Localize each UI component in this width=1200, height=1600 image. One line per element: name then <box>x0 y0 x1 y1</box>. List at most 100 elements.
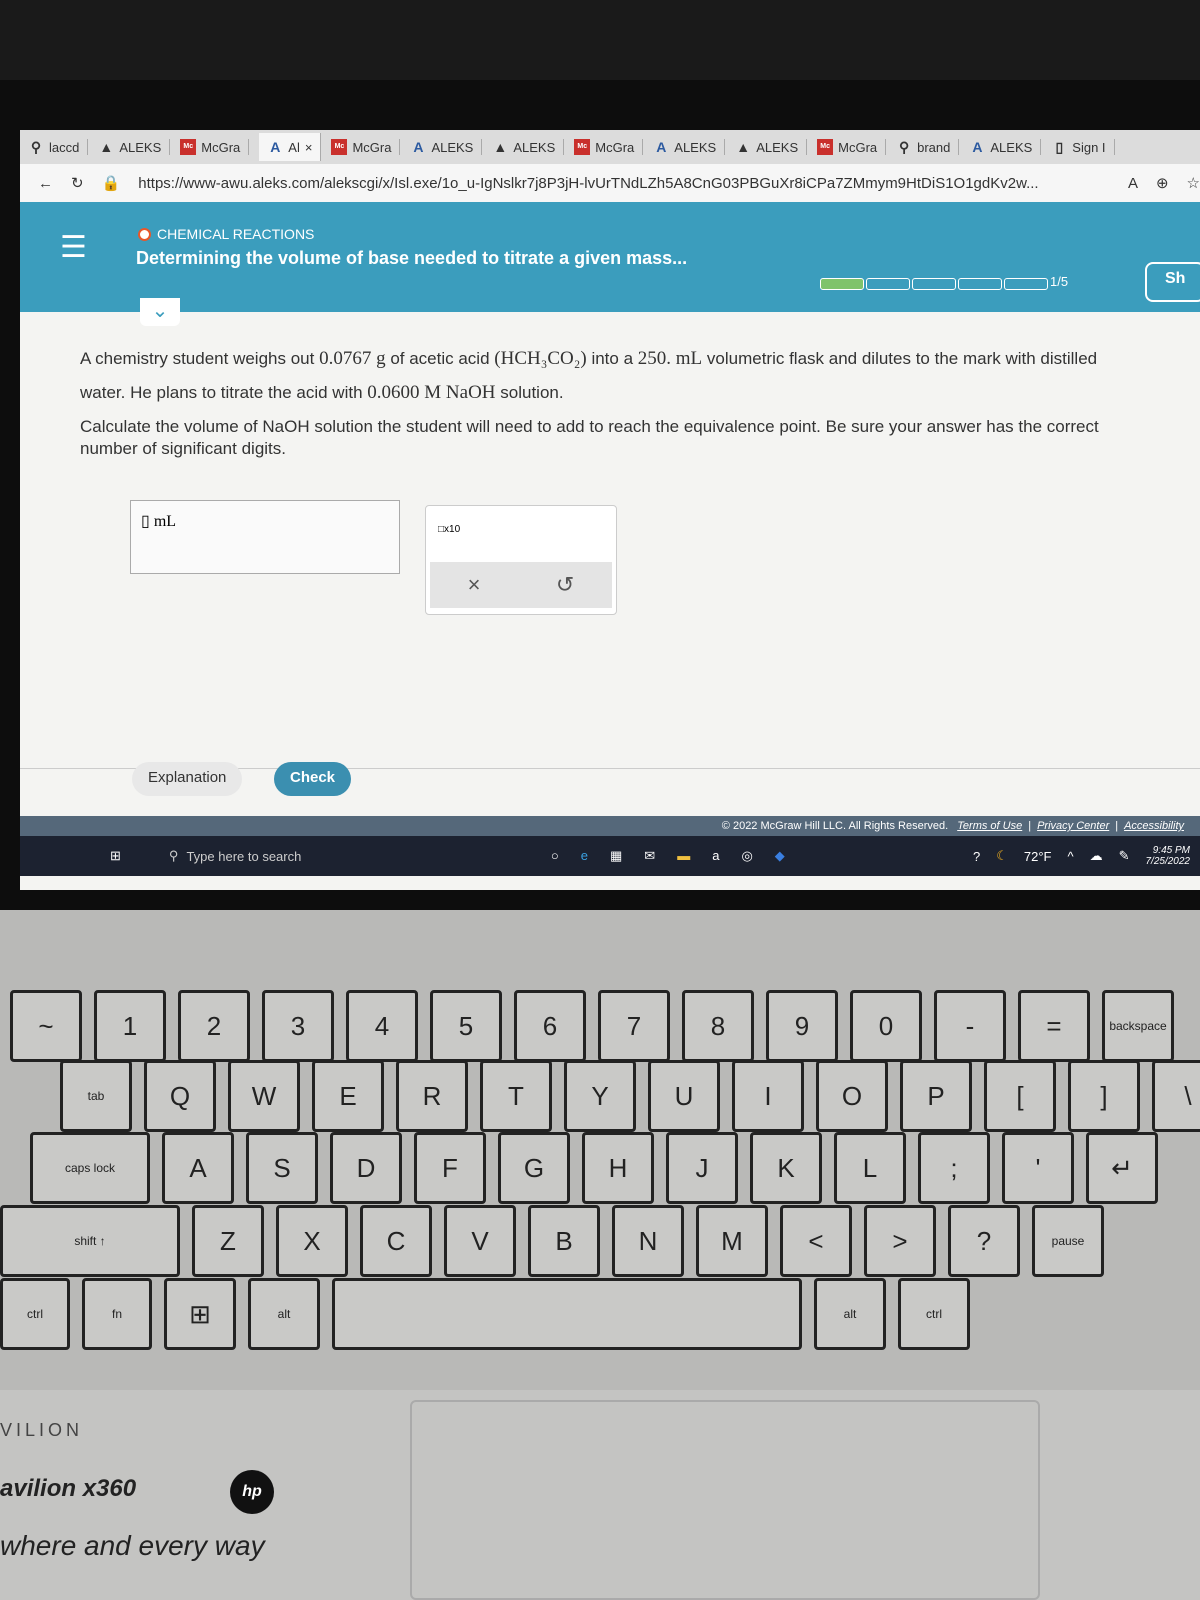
key[interactable]: R <box>396 1060 468 1132</box>
clock[interactable]: 9:45 PM 7/25/2022 <box>1146 845 1191 867</box>
key[interactable]: 9 <box>766 990 838 1062</box>
key[interactable]: A <box>162 1132 234 1204</box>
key[interactable]: 7 <box>598 990 670 1062</box>
key[interactable]: ↵ <box>1086 1132 1158 1204</box>
key[interactable]: 6 <box>514 990 586 1062</box>
key[interactable]: D <box>330 1132 402 1204</box>
key[interactable]: 3 <box>262 990 334 1062</box>
tray-chevron-icon[interactable]: ^ <box>1067 849 1073 864</box>
dropbox-icon[interactable]: ◆ <box>775 848 785 864</box>
back-icon[interactable]: ← <box>38 175 53 192</box>
scientific-notation-button[interactable]: □x10 <box>438 524 460 535</box>
key[interactable]: caps lock <box>30 1132 150 1204</box>
key[interactable]: 1 <box>94 990 166 1062</box>
browser-tab[interactable]: A ALEKS <box>410 139 483 155</box>
key[interactable]: \ <box>1152 1060 1200 1132</box>
close-tab-icon[interactable]: × <box>305 140 313 155</box>
key[interactable]: - <box>934 990 1006 1062</box>
key[interactable]: J <box>666 1132 738 1204</box>
key[interactable]: T <box>480 1060 552 1132</box>
edge-icon[interactable]: e <box>581 848 588 864</box>
key[interactable]: Q <box>144 1060 216 1132</box>
browser-tab[interactable]: A ALEKS <box>653 139 726 155</box>
browser-tab[interactable]: Mc McGra <box>180 139 250 155</box>
pen-icon[interactable]: ✎ <box>1119 848 1130 864</box>
key[interactable]: backspace <box>1102 990 1174 1062</box>
key[interactable]: M <box>696 1205 768 1277</box>
answer-input[interactable]: ▯ mL <box>130 500 400 574</box>
favorite-icon[interactable]: ☆ <box>1187 174 1200 192</box>
key[interactable]: > <box>864 1205 936 1277</box>
key[interactable]: 5 <box>430 990 502 1062</box>
file-explorer-icon[interactable]: ▬ <box>677 848 690 864</box>
browser-tab[interactable]: ▲ ALEKS <box>98 139 171 155</box>
key[interactable]: tab <box>60 1060 132 1132</box>
key[interactable]: < <box>780 1205 852 1277</box>
key[interactable]: O <box>816 1060 888 1132</box>
key[interactable]: X <box>276 1205 348 1277</box>
share-button[interactable]: Sh <box>1145 262 1200 302</box>
zoom-icon[interactable]: ⊕ <box>1156 174 1169 192</box>
onedrive-icon[interactable]: ☁ <box>1090 848 1103 864</box>
browser-tab[interactable]: ⚲ brand <box>896 139 960 155</box>
touchpad[interactable] <box>410 1400 1040 1600</box>
key[interactable]: = <box>1018 990 1090 1062</box>
windows-start-icon[interactable]: ⊞ <box>110 848 121 864</box>
terms-link[interactable]: Terms of Use <box>957 820 1022 832</box>
browser-tab[interactable]: A ALEKS <box>969 139 1042 155</box>
accessibility-link[interactable]: Accessibility <box>1124 820 1184 832</box>
browser-tab[interactable]: ▲ ALEKS <box>492 139 565 155</box>
key[interactable]: Z <box>192 1205 264 1277</box>
browser-tab[interactable]: A Al × <box>259 133 322 161</box>
key[interactable]: ; <box>918 1132 990 1204</box>
key[interactable]: alt <box>814 1278 886 1350</box>
key[interactable]: P <box>900 1060 972 1132</box>
key[interactable]: N <box>612 1205 684 1277</box>
explanation-button[interactable]: Explanation <box>132 762 243 796</box>
key[interactable]: C <box>360 1205 432 1277</box>
key[interactable]: pause <box>1032 1205 1104 1277</box>
key[interactable]: ~ <box>10 990 82 1062</box>
amazon-icon[interactable]: a <box>712 848 719 864</box>
key[interactable]: I <box>732 1060 804 1132</box>
key[interactable]: ' <box>1002 1132 1074 1204</box>
key[interactable]: ⊞ <box>164 1278 236 1350</box>
help-icon[interactable]: ? <box>973 849 980 864</box>
key[interactable]: Y <box>564 1060 636 1132</box>
key[interactable]: H <box>582 1132 654 1204</box>
key[interactable] <box>332 1278 802 1350</box>
key[interactable]: alt <box>248 1278 320 1350</box>
url-field[interactable]: https://www-awu.aleks.com/alekscgi/x/Isl… <box>138 175 1110 192</box>
mail-icon[interactable]: ✉ <box>644 848 655 864</box>
key[interactable]: 4 <box>346 990 418 1062</box>
task-view-icon[interactable]: ○ <box>551 848 559 864</box>
key[interactable]: W <box>228 1060 300 1132</box>
read-aloud-icon[interactable]: A <box>1128 175 1138 192</box>
taskbar-search[interactable]: ⚲ Type here to search <box>161 839 421 873</box>
menu-icon[interactable]: ☰ <box>60 230 87 265</box>
privacy-link[interactable]: Privacy Center <box>1037 820 1109 832</box>
browser-tab[interactable]: Mc McGra <box>574 139 644 155</box>
browser-tab[interactable]: Mc McGra <box>331 139 401 155</box>
browser-tab[interactable]: ▯ Sign I <box>1051 139 1115 155</box>
key[interactable]: ctrl <box>0 1278 70 1350</box>
key[interactable]: ] <box>1068 1060 1140 1132</box>
browser-tab[interactable]: Mc McGra <box>817 139 887 155</box>
key[interactable]: fn <box>82 1278 152 1350</box>
browser-tab[interactable]: ⚲ laccd <box>28 139 89 155</box>
key[interactable]: ? <box>948 1205 1020 1277</box>
store-icon[interactable]: ▦ <box>610 848 622 864</box>
key[interactable]: E <box>312 1060 384 1132</box>
collapse-chevron-icon[interactable]: ⌄ <box>140 298 180 326</box>
key[interactable]: B <box>528 1205 600 1277</box>
key[interactable]: S <box>246 1132 318 1204</box>
key[interactable]: shift ↑ <box>0 1205 180 1277</box>
clear-button[interactable]: × <box>468 572 481 598</box>
key[interactable]: ctrl <box>898 1278 970 1350</box>
key[interactable]: L <box>834 1132 906 1204</box>
check-button[interactable]: Check <box>274 762 352 796</box>
key[interactable]: V <box>444 1205 516 1277</box>
app-icon[interactable]: ◎ <box>741 848 752 864</box>
browser-tab[interactable]: ▲ ALEKS <box>735 139 808 155</box>
key[interactable]: K <box>750 1132 822 1204</box>
